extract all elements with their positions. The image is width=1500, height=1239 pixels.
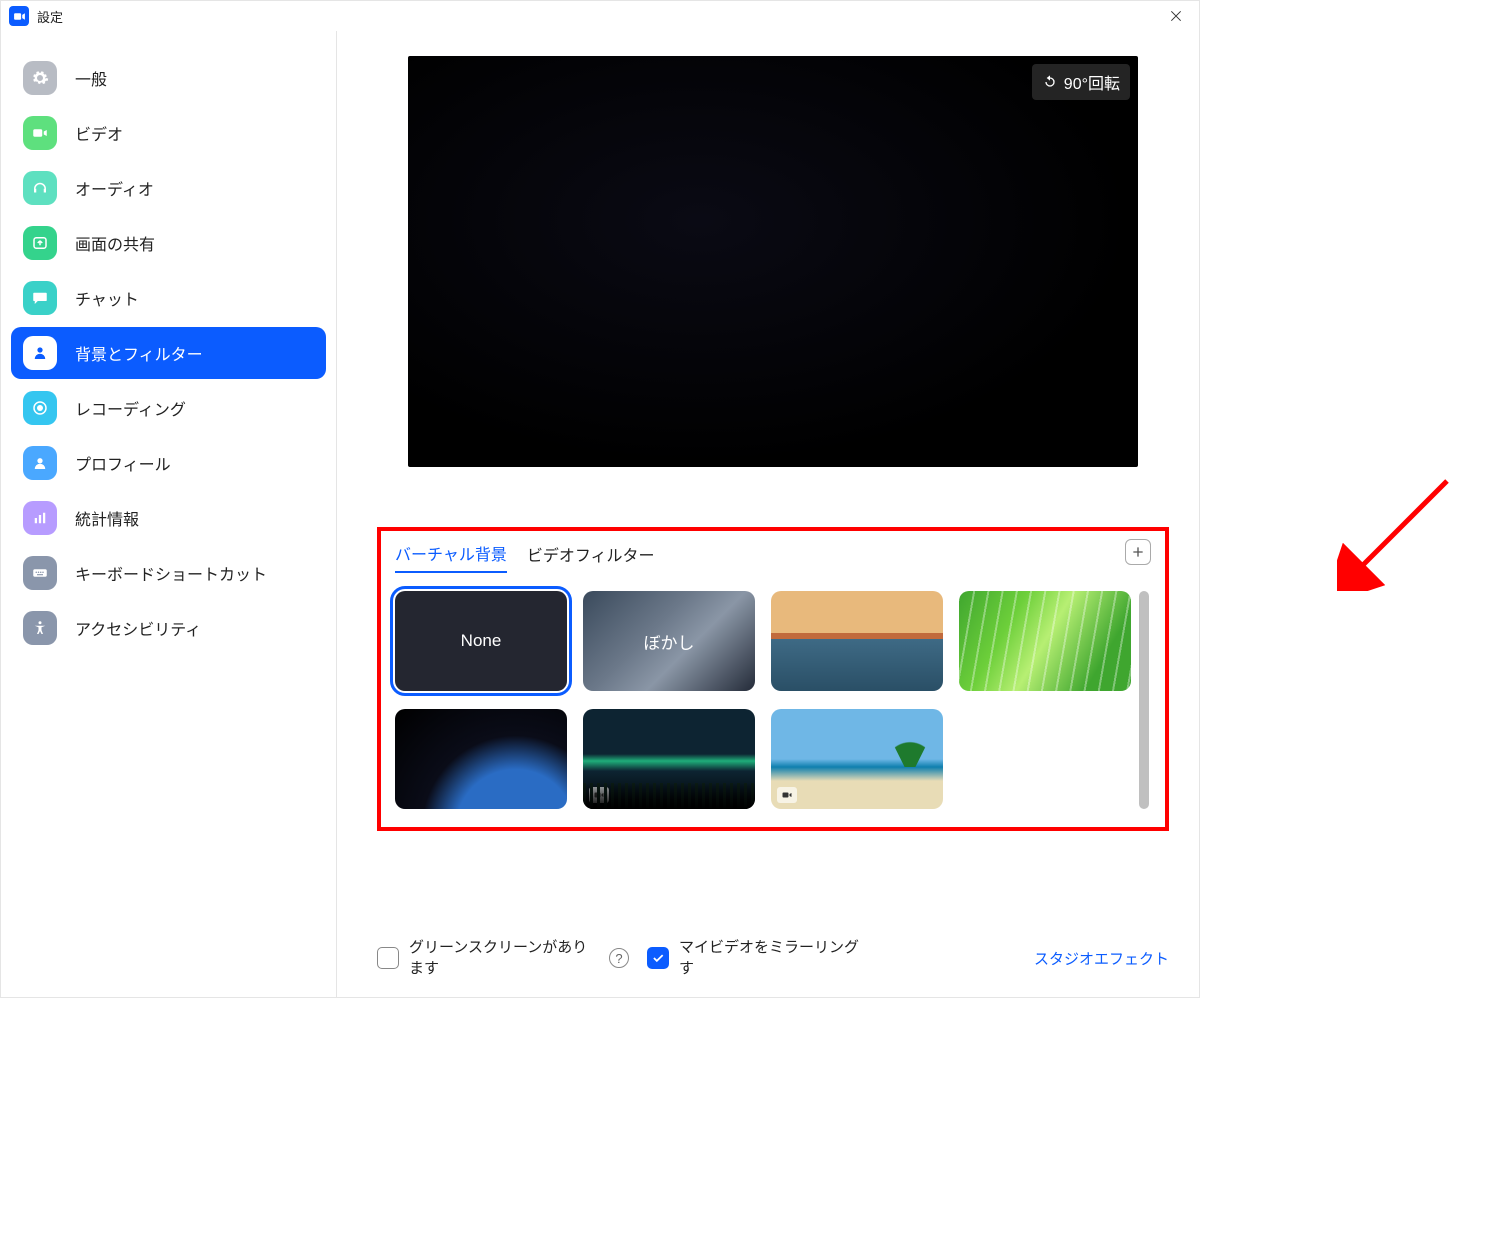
sidebar-item-label: 統計情報 xyxy=(75,506,139,530)
plus-icon xyxy=(1130,544,1146,560)
upload-icon xyxy=(23,226,57,260)
chat-icon xyxy=(23,281,57,315)
record-icon xyxy=(23,391,57,425)
video-icon xyxy=(777,787,797,803)
bg-thumb-bridge[interactable] xyxy=(771,591,943,691)
stats-icon xyxy=(23,501,57,535)
studio-effects-link[interactable]: スタジオエフェクト xyxy=(1034,948,1169,969)
bg-thumbs-grid: None ぼかし xyxy=(395,591,1131,809)
sidebar-item-profile[interactable]: プロフィール xyxy=(11,437,326,489)
mirror-label: マイビデオをミラーリングす xyxy=(679,937,869,979)
bg-thumb-none[interactable]: None xyxy=(395,591,567,691)
video-preview: 90°回転 xyxy=(408,56,1138,467)
bg-thumb-aurora[interactable] xyxy=(583,709,755,809)
bg-thumb-label: None xyxy=(461,631,502,651)
sidebar-item-label: 背景とフィルター xyxy=(75,341,203,365)
main-panel: 90°回転 バーチャル背景 ビデオフィルター Non xyxy=(337,31,1199,997)
sidebar-item-label: プロフィール xyxy=(75,451,171,475)
bg-thumb-beach[interactable] xyxy=(771,709,943,809)
sidebar-item-share[interactable]: 画面の共有 xyxy=(11,217,326,269)
zoom-app-icon xyxy=(9,6,29,26)
gear-icon xyxy=(23,61,57,95)
bg-scrollbar-thumb[interactable] xyxy=(1139,591,1149,809)
sidebar-item-chat[interactable]: チャット xyxy=(11,272,326,324)
bg-thumb-blur[interactable]: ぼかし xyxy=(583,591,755,691)
mirror-option: マイビデオをミラーリングす xyxy=(647,937,869,979)
annotation-arrow xyxy=(1337,471,1457,591)
tab-video-filter[interactable]: ビデオフィルター xyxy=(527,542,655,572)
headset-icon xyxy=(23,171,57,205)
bg-scrollbar[interactable] xyxy=(1137,591,1151,809)
content: 一般ビデオオーディオ画面の共有チャット背景とフィルターレコーディングプロフィール… xyxy=(1,31,1199,997)
greenscreen-option: グリーンスクリーンがあります ? xyxy=(377,937,629,979)
sidebar-item-label: ビデオ xyxy=(75,121,123,145)
video-icon xyxy=(23,116,57,150)
sidebar-item-a11y[interactable]: アクセシビリティ xyxy=(11,602,326,654)
sidebar-item-label: レコーディング xyxy=(75,396,186,420)
add-background-button[interactable] xyxy=(1125,539,1151,565)
rotate-90-button[interactable]: 90°回転 xyxy=(1032,64,1130,100)
sidebar-item-label: チャット xyxy=(75,286,139,310)
greenscreen-label: グリーンスクリーンがあります xyxy=(409,937,599,979)
rotate-label: 90°回転 xyxy=(1064,70,1120,94)
video-icon xyxy=(589,787,609,803)
person-icon xyxy=(23,336,57,370)
mirror-checkbox[interactable] xyxy=(647,947,669,969)
window-title: 設定 xyxy=(37,7,63,26)
keyboard-icon xyxy=(23,556,57,590)
sidebar-item-label: オーディオ xyxy=(75,176,154,200)
sidebar-item-general[interactable]: 一般 xyxy=(11,52,326,104)
settings-window: 設定 一般ビデオオーディオ画面の共有チャット背景とフィルターレコーディングプロフ… xyxy=(0,0,1200,998)
bg-thumb-earth[interactable] xyxy=(395,709,567,809)
titlebar: 設定 xyxy=(1,1,1199,31)
avatar-icon xyxy=(23,446,57,480)
bg-tabs: バーチャル背景 ビデオフィルター xyxy=(395,541,1151,573)
greenscreen-help-icon[interactable]: ? xyxy=(609,948,629,968)
sidebar-item-video[interactable]: ビデオ xyxy=(11,107,326,159)
bg-options-row: グリーンスクリーンがあります ? マイビデオをミラーリングす スタジオエフェクト xyxy=(377,937,1169,979)
tab-virtual-background[interactable]: バーチャル背景 xyxy=(395,541,507,573)
sidebar-item-keyboard[interactable]: キーボードショートカット xyxy=(11,547,326,599)
bg-thumb-label: ぼかし xyxy=(644,629,695,654)
sidebar-item-label: 一般 xyxy=(75,66,107,90)
sidebar-item-label: 画面の共有 xyxy=(75,231,155,255)
sidebar-item-audio[interactable]: オーディオ xyxy=(11,162,326,214)
check-icon xyxy=(651,951,665,965)
sidebar-item-recording[interactable]: レコーディング xyxy=(11,382,326,434)
sidebar-item-label: キーボードショートカット xyxy=(75,561,267,585)
virtual-background-panel: バーチャル背景 ビデオフィルター None ぼかし xyxy=(377,527,1169,831)
sidebar: 一般ビデオオーディオ画面の共有チャット背景とフィルターレコーディングプロフィール… xyxy=(1,31,337,997)
sidebar-item-bg[interactable]: 背景とフィルター xyxy=(11,327,326,379)
greenscreen-checkbox[interactable] xyxy=(377,947,399,969)
sidebar-item-stats[interactable]: 統計情報 xyxy=(11,492,326,544)
bg-thumbs-wrap: None ぼかし xyxy=(395,591,1151,809)
sidebar-item-label: アクセシビリティ xyxy=(75,616,201,640)
rotate-icon xyxy=(1042,74,1058,90)
close-button[interactable] xyxy=(1153,1,1199,31)
a11y-icon xyxy=(23,611,57,645)
bg-thumb-grass[interactable] xyxy=(959,591,1131,691)
